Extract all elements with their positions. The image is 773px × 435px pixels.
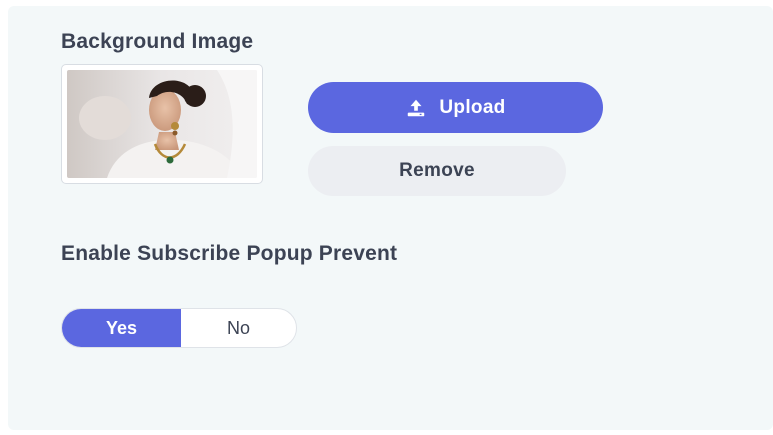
upload-icon <box>408 99 425 116</box>
popup-prevent-toggle: Yes No <box>61 308 297 348</box>
toggle-option-yes[interactable]: Yes <box>62 309 181 347</box>
upload-button[interactable]: Upload <box>308 82 603 133</box>
remove-button[interactable]: Remove <box>308 146 566 196</box>
background-image-title: Background Image <box>61 30 254 53</box>
popup-prevent-title: Enable Subscribe Popup Prevent <box>61 242 398 265</box>
toggle-option-no[interactable]: No <box>181 309 296 347</box>
upload-label: Upload <box>439 96 506 118</box>
remove-label: Remove <box>399 160 475 181</box>
preview-image <box>67 70 257 178</box>
background-image-preview <box>61 64 263 184</box>
